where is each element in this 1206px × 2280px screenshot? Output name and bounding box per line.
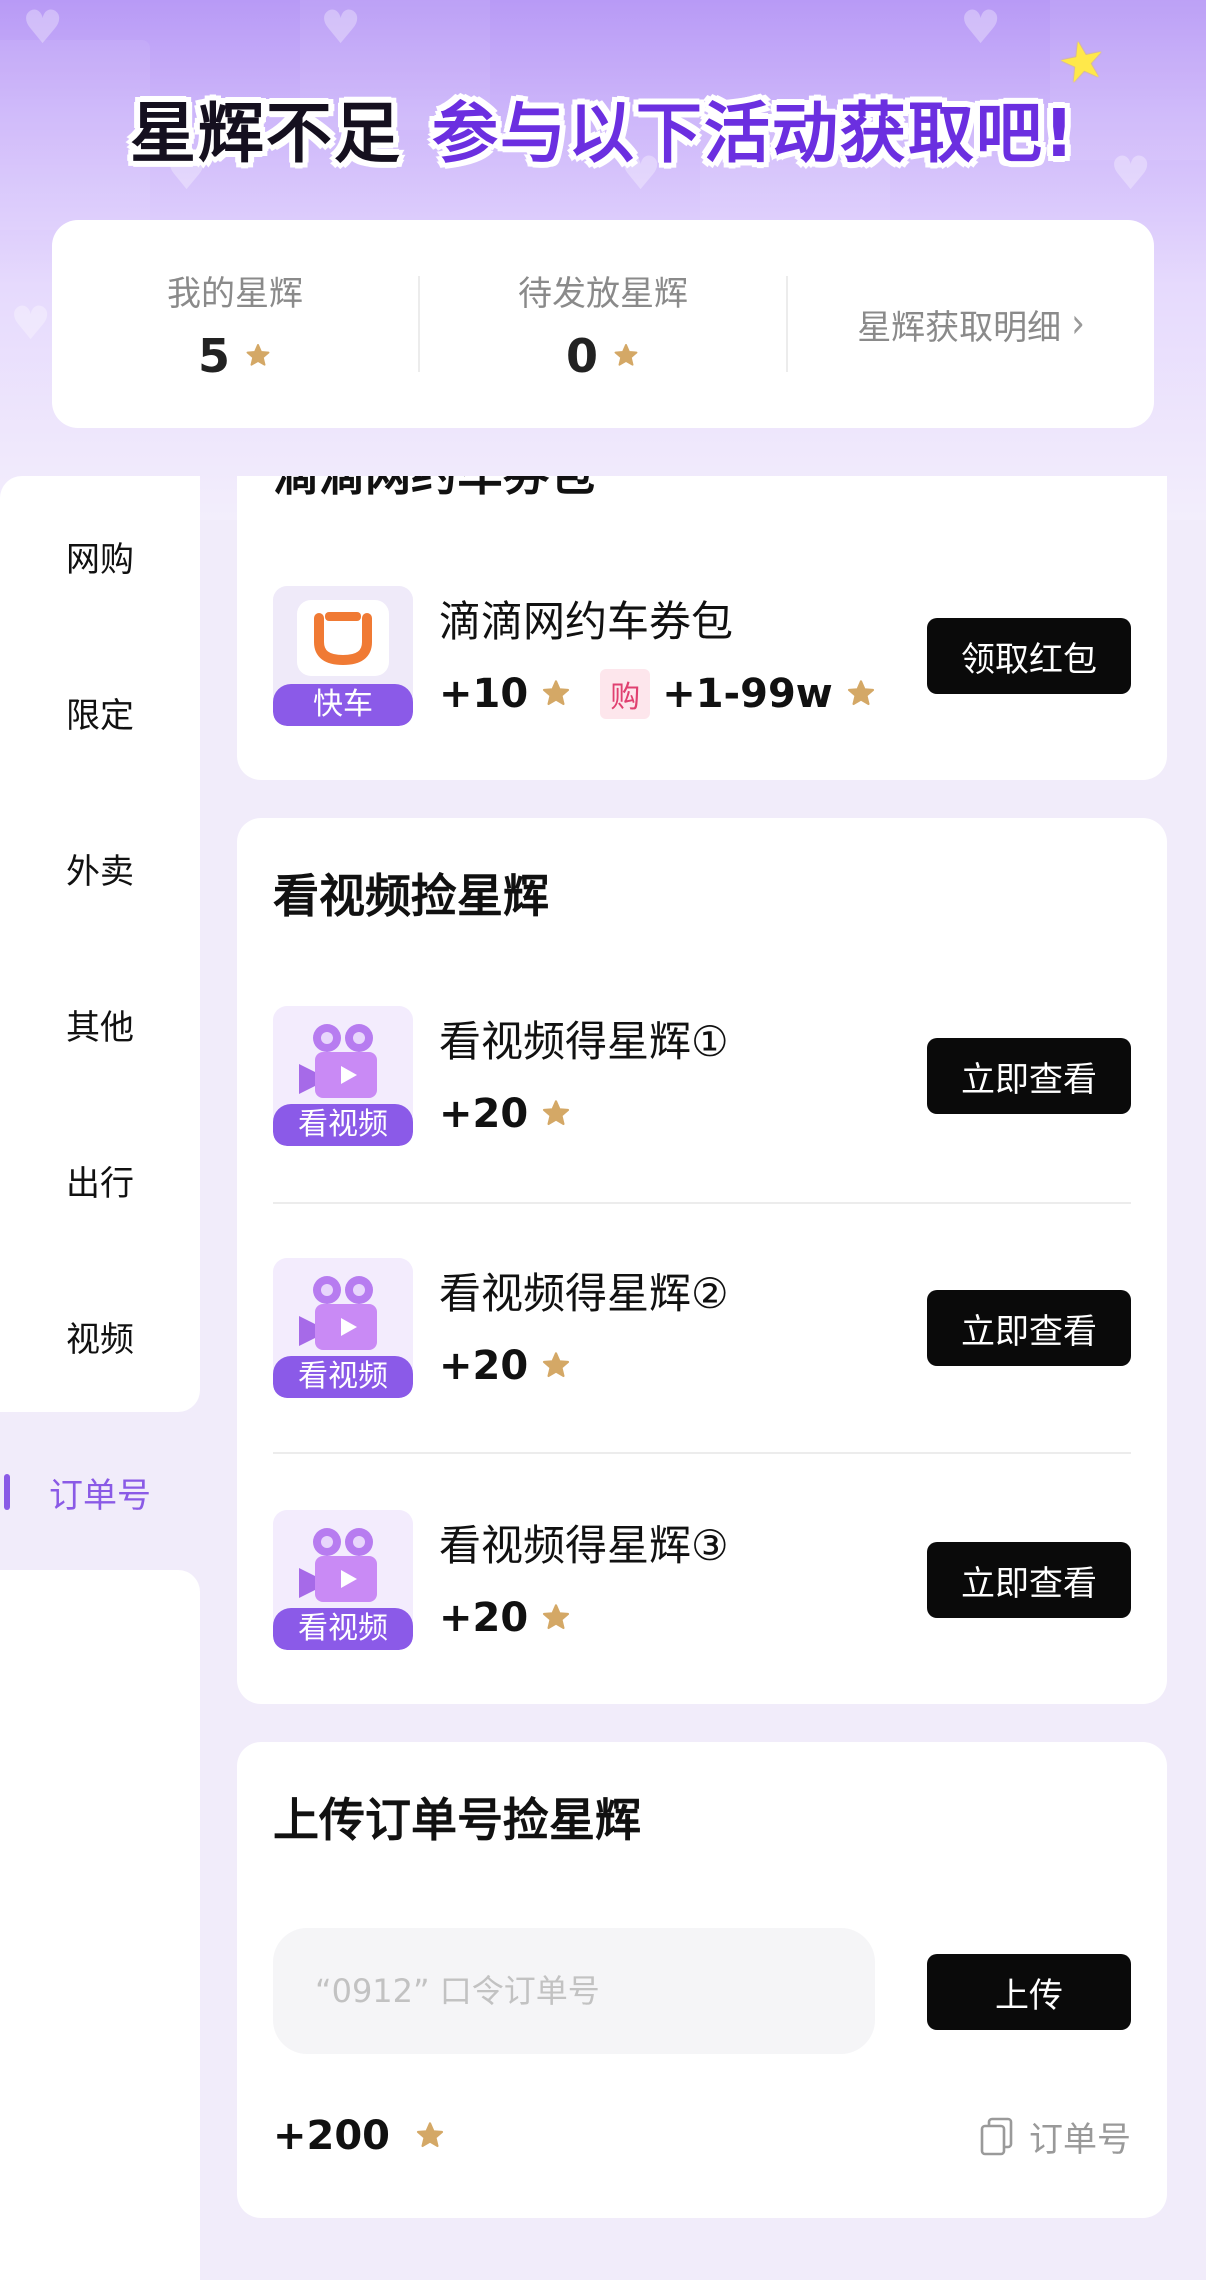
stats-card: 我的星辉 5 待发放星辉 0 星辉获取明细 › [52, 220, 1154, 428]
divider [273, 1202, 1131, 1204]
star-icon [847, 680, 874, 706]
view-now-button[interactable]: 立即查看 [927, 1290, 1131, 1366]
item-title: 看视频得星辉③ [439, 1521, 729, 1570]
pending-stars-label: 待发放星辉 [518, 273, 688, 314]
active-indicator [4, 1474, 10, 1510]
my-stars-value: 5 [197, 328, 230, 383]
reward-value: +20 [439, 1091, 529, 1137]
star-detail-label: 星辉获取明细 [857, 307, 1062, 348]
sidebar-item-takeout[interactable]: 外卖 [0, 790, 200, 946]
thumb-caption: 看视频 [273, 1356, 413, 1398]
reward-value: +20 [439, 1343, 529, 1389]
sidebar-item-limited[interactable]: 限定 [0, 634, 200, 790]
section-title: 看视频捡星辉 [273, 869, 549, 923]
my-stars: 我的星辉 5 [52, 266, 418, 383]
travel-card: 滴滴网约车券包 快车 滴滴网约车券包 +10 购 +1-99w 领取红包 [237, 476, 1167, 780]
reward-value: +200 [273, 2113, 391, 2159]
title-part1: 星辉不足 [129, 95, 402, 172]
item-title: 滴滴网约车券包 [439, 597, 734, 646]
thumb-caption: 快车 [273, 684, 413, 726]
sidebar-item-video[interactable]: 视频 [0, 1258, 200, 1414]
camera-graphic [299, 1276, 377, 1350]
copy-link-label: 订单号 [1029, 2120, 1131, 2160]
sidebar-item-other[interactable]: 其他 [0, 946, 200, 1102]
buy-reward-value: +1-99w [662, 671, 833, 717]
camera-graphic [299, 1528, 377, 1602]
pending-stars-value: 0 [565, 328, 598, 383]
list-item: 看视频 看视频得星辉③ +20 立即查看 [273, 1510, 1131, 1650]
camera-graphic [299, 1024, 377, 1098]
thumb-caption: 看视频 [273, 1104, 413, 1146]
order-number-card: 上传订单号捡星辉 上传 +200 订单号 [237, 1742, 1167, 2218]
sidebar-item-online-shopping[interactable]: 网购 [0, 478, 200, 634]
section-title: 滴滴网约车券包 [273, 476, 595, 504]
heart-icon: ♥ [22, 0, 64, 54]
video-camera-icon: 看视频 [273, 1510, 413, 1650]
divider [273, 1452, 1131, 1454]
view-now-button[interactable]: 立即查看 [927, 1038, 1131, 1114]
item-title: 看视频得星辉① [439, 1017, 729, 1066]
upload-button[interactable]: 上传 [927, 1954, 1131, 2030]
my-stars-label: 我的星辉 [167, 273, 303, 314]
title-part2: 参与以下活动获取吧! [431, 95, 1077, 172]
sidebar-item-order-number[interactable]: 订单号 [0, 1414, 200, 1570]
list-item: 看视频 看视频得星辉② +20 立即查看 [273, 1258, 1131, 1398]
didi-logo-icon: 快车 [273, 586, 413, 726]
item-reward: +20 [439, 1342, 572, 1390]
sidebar-bottom [0, 1570, 200, 2280]
video-camera-icon: 看视频 [273, 1006, 413, 1146]
buy-badge: 购 [600, 669, 651, 719]
claim-red-packet-button[interactable]: 领取红包 [927, 618, 1131, 694]
star-detail-link[interactable]: 星辉获取明细 › [788, 300, 1154, 349]
star-icon [416, 2122, 444, 2148]
video-card: 看视频捡星辉 看视频 看视频得星辉① +20 立即查看 看视频 看视频得星辉② … [237, 818, 1167, 1704]
thumb-caption: 看视频 [273, 1608, 413, 1650]
reward-value: +10 [439, 671, 529, 717]
chevron-right-icon: › [1071, 300, 1085, 348]
didi-mark [314, 612, 372, 666]
copy-icon [980, 2117, 1013, 2155]
order-reward: +200 [273, 2112, 446, 2160]
item-reward: +20 [439, 1594, 572, 1642]
list-item: 快车 滴滴网约车券包 +10 购 +1-99w 领取红包 [273, 586, 1131, 726]
star-icon [543, 1352, 570, 1378]
reward-value: +20 [439, 1595, 529, 1641]
pending-stars: 待发放星辉 0 [420, 266, 786, 383]
star-icon [543, 1100, 570, 1126]
section-title: 上传订单号捡星辉 [273, 1793, 641, 1847]
sidebar-item-travel[interactable]: 出行 [0, 1102, 200, 1258]
video-camera-icon: 看视频 [273, 1258, 413, 1398]
pending-stars-value-row: 0 [420, 329, 786, 383]
heart-icon: ♥ [10, 296, 52, 350]
order-number-input[interactable] [273, 1928, 875, 2054]
copy-order-number-link[interactable]: 订单号 [979, 2112, 1131, 2161]
heart-icon: ♥ [960, 0, 1002, 54]
heart-icon: ♥ [320, 0, 362, 54]
list-item: 看视频 看视频得星辉① +20 立即查看 [273, 1006, 1131, 1146]
my-stars-value-row: 5 [52, 329, 418, 383]
star-icon [614, 343, 638, 366]
page-title: 星辉不足 参与以下活动获取吧! [0, 80, 1206, 176]
star-icon [543, 680, 570, 706]
item-reward: +10 购 +1-99w [439, 669, 877, 719]
star-icon [543, 1604, 570, 1630]
item-title: 看视频得星辉② [439, 1269, 729, 1318]
view-now-button[interactable]: 立即查看 [927, 1542, 1131, 1618]
item-reward: +20 [439, 1090, 572, 1138]
star-icon [246, 343, 270, 366]
